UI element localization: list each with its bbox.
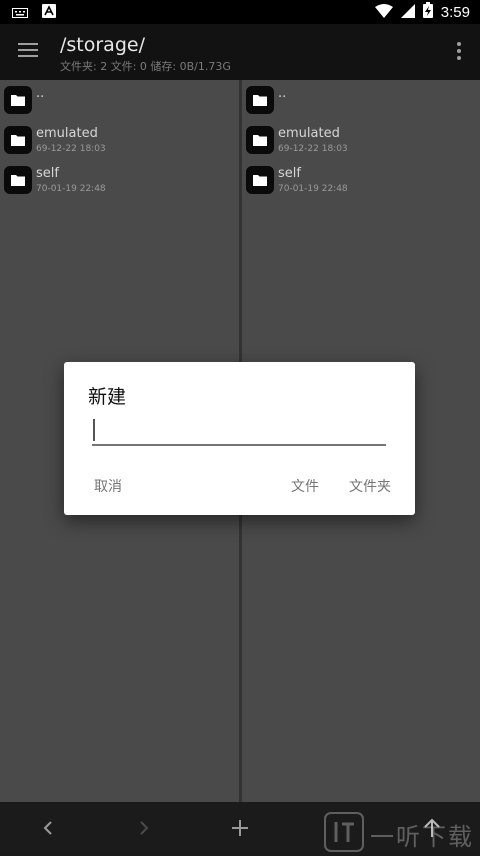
watermark-logo-icon <box>324 812 364 856</box>
watermark: 一听下载 <box>324 812 474 856</box>
bottom-toolbar: 一听下载 <box>0 802 480 854</box>
item-name: emulated <box>36 126 98 141</box>
signal-icon <box>400 3 415 22</box>
new-folder-button[interactable]: 文件夹 <box>349 476 391 496</box>
add-icon[interactable] <box>228 816 252 840</box>
text-cursor <box>93 419 95 441</box>
notification-a-icon <box>42 3 56 22</box>
path-title: /storage/ <box>60 34 145 56</box>
list-item[interactable]: self 70-01-19 22:48 <box>242 160 480 200</box>
name-input[interactable] <box>92 418 386 446</box>
menu-icon[interactable] <box>16 38 40 62</box>
dialog-title: 新建 <box>88 386 127 408</box>
item-name: self <box>278 166 301 181</box>
item-name: .. <box>278 86 287 101</box>
wifi-icon <box>374 3 393 22</box>
item-date: 69-12-22 18:03 <box>278 144 348 154</box>
item-date: 70-01-19 22:48 <box>36 184 106 194</box>
folder-icon <box>246 166 274 194</box>
item-name: self <box>36 166 59 181</box>
list-item[interactable]: .. <box>0 80 239 120</box>
item-name: emulated <box>278 126 340 141</box>
new-file-button[interactable]: 文件 <box>291 476 319 496</box>
folder-icon <box>4 126 32 154</box>
folder-icon <box>246 86 274 114</box>
status-bar: 3:59 <box>0 0 480 24</box>
cancel-button[interactable]: 取消 <box>94 476 122 496</box>
list-item[interactable]: emulated 69-12-22 18:03 <box>0 120 239 160</box>
folder-icon <box>246 126 274 154</box>
back-icon[interactable] <box>36 816 60 840</box>
item-date: 70-01-19 22:48 <box>278 184 348 194</box>
keyboard-icon <box>12 3 28 22</box>
watermark-text: 一听下载 <box>370 822 474 851</box>
item-name: .. <box>36 86 45 101</box>
folder-icon <box>4 166 32 194</box>
item-date: 69-12-22 18:03 <box>36 144 106 154</box>
new-item-dialog: 新建 取消 文件 文件夹 <box>64 362 415 515</box>
app-bar: /storage/ 文件夹: 2 文件: 0 储存: 0B/1.73G <box>0 24 480 80</box>
more-options-icon[interactable] <box>454 38 464 66</box>
forward-icon[interactable] <box>132 816 156 840</box>
list-item[interactable]: self 70-01-19 22:48 <box>0 160 239 200</box>
storage-summary: 文件夹: 2 文件: 0 储存: 0B/1.73G <box>60 60 231 73</box>
list-item[interactable]: .. <box>242 80 480 120</box>
status-time: 3:59 <box>440 3 470 21</box>
list-item[interactable]: emulated 69-12-22 18:03 <box>242 120 480 160</box>
battery-charging-icon <box>422 2 433 22</box>
folder-icon <box>4 86 32 114</box>
